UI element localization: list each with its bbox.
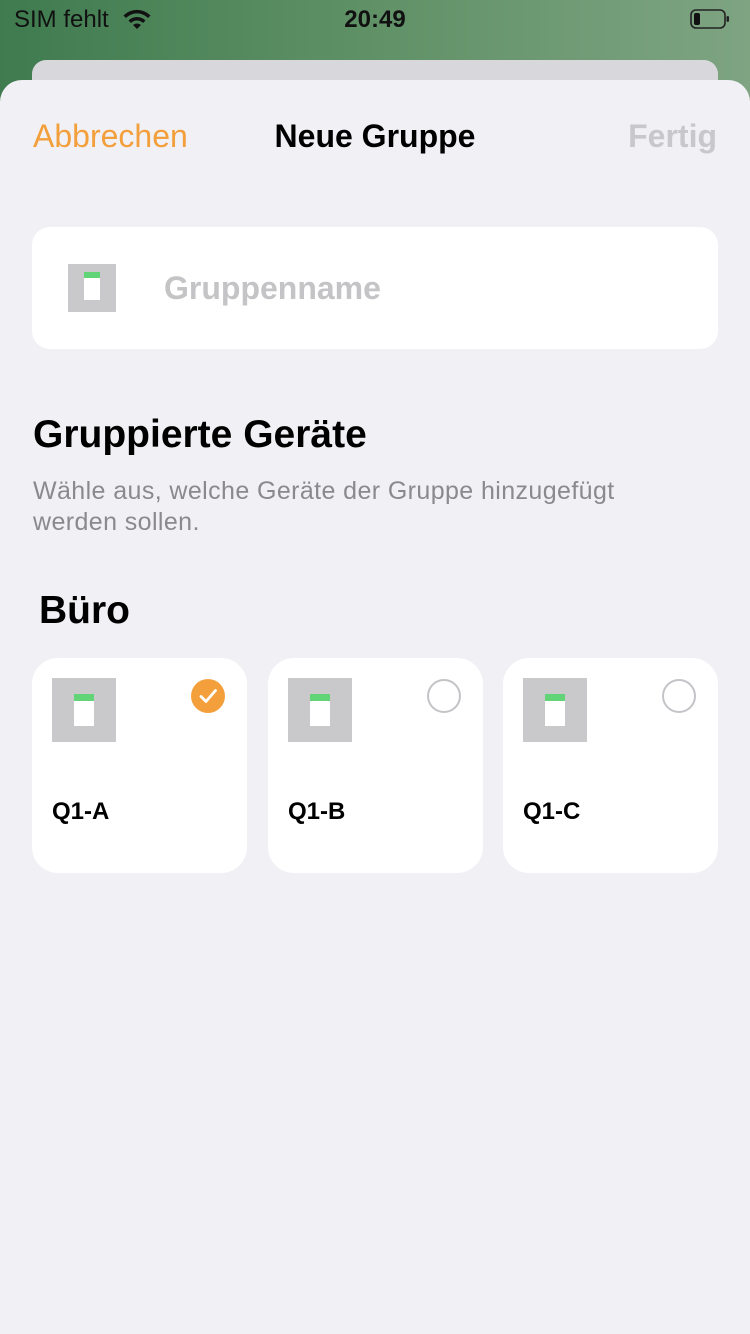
group-name-card — [32, 227, 718, 349]
status-bar: SIM fehlt 20:49 — [0, 0, 750, 40]
battery-low-icon — [690, 9, 729, 29]
device-tile[interactable]: Q1-A — [32, 658, 247, 873]
room-title: Büro — [39, 589, 130, 632]
checkmark-circle-icon[interactable] — [191, 679, 225, 713]
led-indicator — [310, 694, 330, 701]
device-icon[interactable] — [68, 264, 116, 312]
empty-circle-icon[interactable] — [662, 679, 696, 713]
device-glyph — [84, 272, 100, 300]
clock: 20:49 — [344, 6, 406, 33]
group-name-input[interactable] — [164, 263, 684, 313]
done-button[interactable]: Fertig — [628, 118, 717, 155]
device-glyph — [74, 694, 94, 726]
grouped-devices-title: Gruppierte Geräte — [33, 413, 367, 456]
grouped-devices-description: Wähle aus, welche Geräte der Gruppe hinz… — [33, 477, 615, 536]
device-glyph — [545, 694, 565, 726]
device-icon — [52, 678, 116, 742]
led-indicator — [74, 694, 94, 701]
device-glyph — [310, 694, 330, 726]
device-icon — [523, 678, 587, 742]
device-tile[interactable]: Q1-B — [268, 658, 483, 873]
led-indicator — [545, 694, 565, 701]
device-label: Q1-C — [523, 798, 581, 825]
empty-circle-icon[interactable] — [427, 679, 461, 713]
navigation-bar: Abbrechen Neue Gruppe Fertig — [0, 80, 750, 192]
device-icon — [288, 678, 352, 742]
new-group-sheet: Abbrechen Neue Gruppe Fertig Gruppierte … — [0, 80, 750, 1334]
device-label: Q1-A — [52, 798, 110, 825]
device-tile[interactable]: Q1-C — [503, 658, 718, 873]
device-label: Q1-B — [288, 798, 346, 825]
led-indicator — [84, 272, 100, 278]
